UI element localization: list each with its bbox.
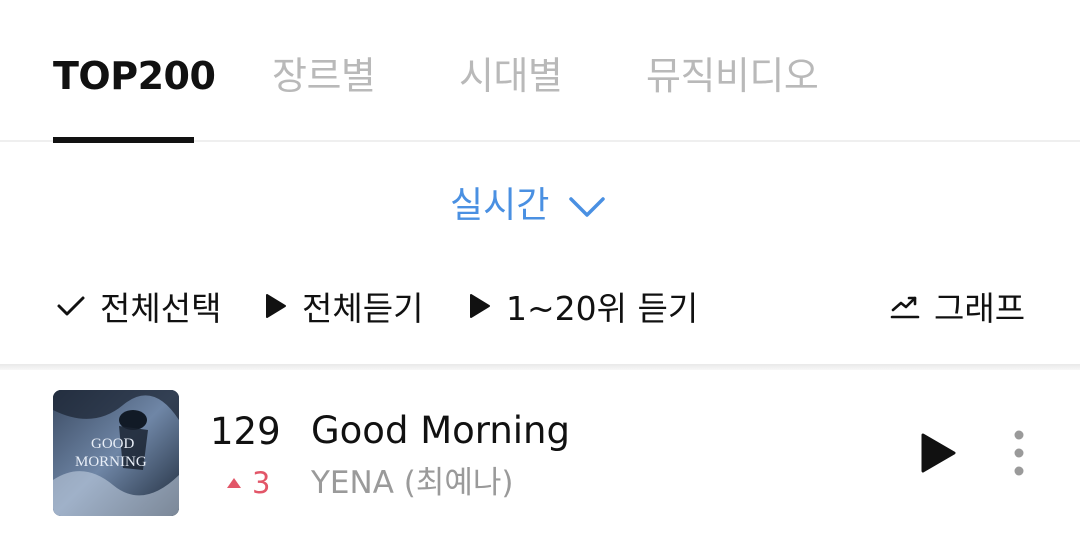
active-tab-indicator (53, 137, 194, 143)
listen-top20-label: 1~20위 듣기 (506, 289, 699, 328)
track-artist[interactable]: YENA (최예나) (311, 464, 514, 502)
album-art-image: GOOD MORNING (53, 390, 179, 516)
play-track-button[interactable] (918, 432, 958, 474)
listen-top20-button[interactable]: 1~20위 듣기 (468, 278, 698, 334)
rank-change-value: 3 (252, 466, 271, 500)
rank-change: 3 (226, 466, 271, 500)
check-icon (57, 296, 85, 316)
tab-genre[interactable]: 장르별 (272, 52, 376, 100)
select-all-button[interactable]: 전체선택 (56, 278, 221, 334)
play-icon (266, 294, 286, 318)
period-selector[interactable]: 실시간 (450, 183, 607, 229)
graph-button[interactable]: 그래프 (890, 278, 1025, 334)
rank-up-icon (227, 478, 241, 488)
select-all-label: 전체선택 (100, 289, 222, 328)
cover-text-morning: MORNING (75, 454, 147, 470)
tab-music-video[interactable]: 뮤직비디오 (646, 52, 819, 100)
chevron-down-icon (569, 197, 606, 217)
track-row[interactable]: GOOD MORNING 129 3 Good Morning YENA (최예… (0, 370, 1080, 555)
track-rank: 129 (210, 410, 281, 453)
listen-all-label: 전체듣기 (302, 289, 424, 328)
tab-era[interactable]: 시대별 (459, 52, 563, 100)
tab-top200[interactable]: TOP200 (53, 52, 216, 100)
cover-text-good: GOOD (91, 436, 134, 452)
period-label: 실시간 (450, 185, 550, 226)
play-icon (470, 294, 490, 318)
chart-tabs: TOP200 장르별 시대별 뮤직비디오 (0, 0, 1080, 143)
more-options-icon[interactable] (1008, 428, 1030, 478)
trend-graph-icon (890, 296, 920, 319)
action-bar: 전체선택 전체듣기 1~20위 듣기 그래프 (0, 278, 1080, 334)
track-title[interactable]: Good Morning (311, 408, 570, 454)
listen-all-button[interactable]: 전체듣기 (264, 278, 423, 334)
album-cover[interactable]: GOOD MORNING (53, 390, 179, 516)
graph-label: 그래프 (934, 289, 1026, 328)
